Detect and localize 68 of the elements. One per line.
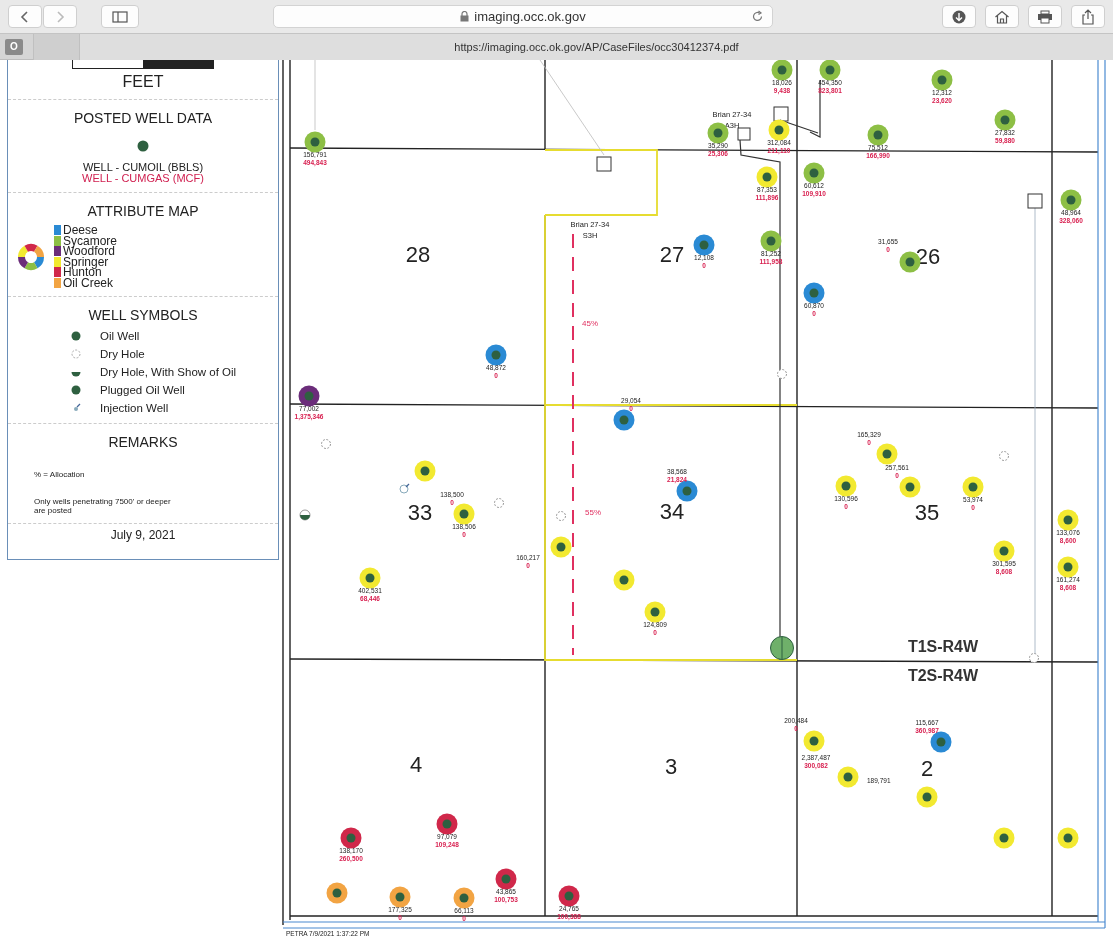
legend-text: WELL - CUMOIL (BBLS)	[82, 162, 204, 173]
dot-icon	[70, 330, 82, 342]
reload-icon[interactable]	[751, 10, 764, 23]
dashed-circle-icon	[70, 348, 82, 360]
address-field[interactable]: imaging.occ.ok.gov	[273, 5, 773, 28]
dry-hole-icon	[777, 369, 787, 379]
legend-title: WELL SYMBOLS	[88, 307, 198, 323]
allocation-label: 45%	[582, 319, 598, 328]
formation-label: Oil Creek	[63, 277, 113, 288]
section-number: 28	[405, 242, 431, 267]
browser-tab[interactable]: https://imaging.occ.ok.gov/AP/CaseFiles/occ30412374.pdf	[80, 33, 1113, 60]
allocation-label: 55%	[585, 508, 601, 517]
printer-icon	[1037, 9, 1053, 24]
ring-icon	[16, 241, 46, 272]
remark-text: % = Allocation	[34, 470, 85, 479]
scale-unit: FEET	[122, 73, 164, 91]
surface-location-icon	[737, 127, 751, 141]
lock-icon	[460, 11, 470, 22]
well-dot-icon	[137, 140, 149, 152]
sidebar-button[interactable]	[101, 5, 139, 28]
symbol-label: Dry Hole	[100, 348, 145, 360]
surface-location-icon	[773, 106, 789, 122]
formation-label: Deese	[63, 225, 98, 236]
dry-hole-icon	[321, 439, 331, 449]
surface-location-icon	[1027, 193, 1043, 209]
dry-hole-icon	[999, 451, 1009, 461]
half-dot-icon	[299, 509, 311, 521]
section-number: 27	[659, 242, 685, 267]
section-number: 4	[409, 752, 423, 777]
symbol-label: Oil Well	[100, 330, 140, 342]
remark-text: Only wells penetrating 7500' or deeper are posted	[34, 497, 172, 515]
legend-title: POSTED WELL DATA	[73, 110, 213, 126]
section-number: 33	[407, 500, 433, 525]
symbol-label: Injection Well	[100, 402, 169, 414]
township-label: T1S-R4W	[907, 638, 979, 655]
print-button[interactable]	[1028, 5, 1062, 28]
sidebar-icon	[112, 10, 128, 23]
section-number: 34	[659, 499, 685, 524]
map-date: July 9, 2021	[110, 528, 176, 542]
symbol-label: Dry Hole, With Show of Oil	[100, 366, 237, 378]
dry-hole-icon	[1029, 653, 1039, 663]
chevron-right-icon	[55, 9, 65, 24]
chevron-left-icon	[20, 9, 30, 24]
surface-location-icon	[596, 156, 612, 172]
download-button[interactable]	[942, 5, 976, 28]
section-number: 3	[664, 754, 678, 779]
formation-label: Sycamore	[63, 235, 118, 246]
home-button[interactable]	[985, 5, 1019, 28]
township-label: T2S-R4W	[907, 667, 979, 684]
formation-label: Springer	[63, 256, 109, 267]
share-icon	[1081, 8, 1095, 25]
section-number: 35	[914, 500, 940, 525]
legend-title: REMARKS	[108, 434, 178, 450]
forward-button[interactable]	[43, 5, 77, 28]
home-icon	[994, 9, 1010, 24]
download-icon	[952, 9, 966, 24]
back-button[interactable]	[8, 5, 42, 28]
injection-well-icon	[399, 483, 410, 494]
dot-icon	[70, 384, 82, 396]
formation-label: Hunton	[63, 267, 102, 278]
legend-title: ATTRIBUTE MAP	[87, 203, 199, 219]
dry-hole-icon	[494, 498, 504, 508]
dry-hole-icon	[556, 511, 566, 521]
symbol-label: Plugged Oil Well	[100, 384, 185, 396]
share-button[interactable]	[1071, 5, 1105, 28]
section-number: 2	[920, 756, 934, 781]
legend-text: WELL - CUMGAS (MCF)	[82, 173, 204, 184]
formation-label: Woodford	[63, 246, 115, 257]
